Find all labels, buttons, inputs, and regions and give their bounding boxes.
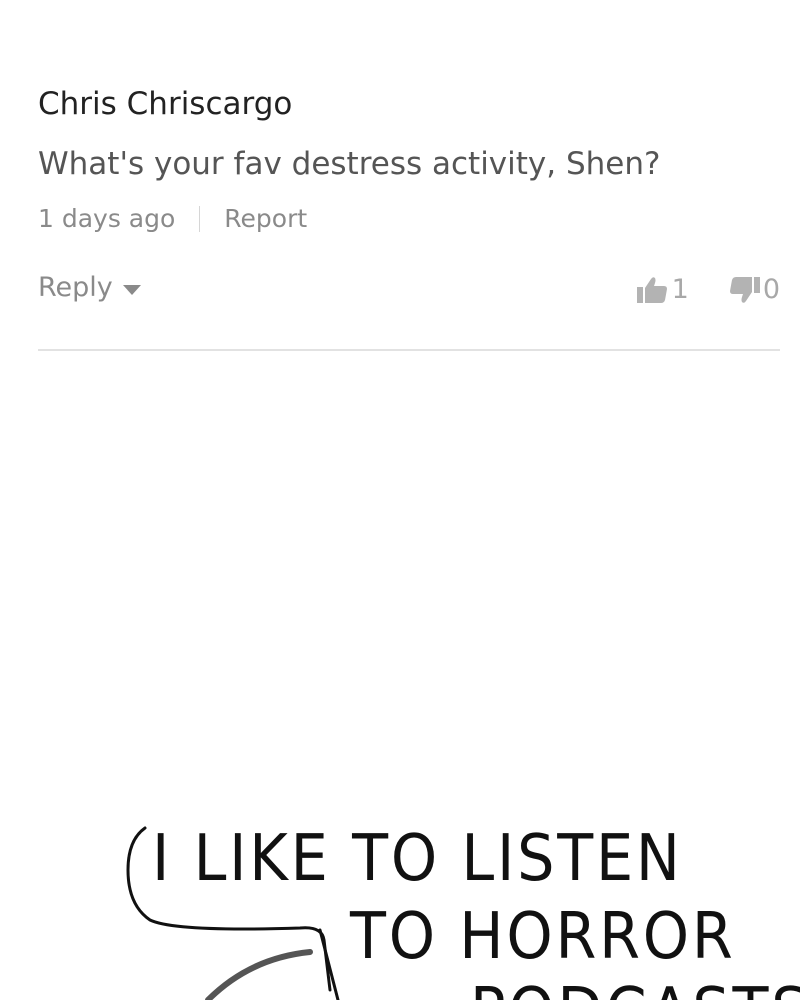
comment-divider	[38, 349, 780, 351]
vote-controls: 1 0	[636, 274, 780, 305]
comic-line-1: I LIKE TO LISTEN	[152, 822, 683, 896]
dislike-button[interactable]: 0	[727, 274, 780, 305]
caret-down-icon	[122, 284, 141, 295]
thumbs-up-icon	[636, 276, 667, 303]
comment-author[interactable]: Chris Chriscargo	[38, 86, 292, 122]
comment-actions: Reply 1 0	[38, 272, 780, 312]
like-button[interactable]: 1	[636, 274, 689, 305]
comic-line-2: TO HORROR	[350, 900, 736, 974]
comment-text: What's your fav destress activity, Shen?	[38, 146, 661, 182]
comic-panel: I LIKE TO LISTEN TO HORROR PODCASTS	[0, 780, 800, 1000]
comment-meta: 1 days ago Report	[38, 204, 307, 233]
comic-line-3: PODCASTS	[470, 975, 800, 1000]
thumbs-down-icon	[729, 276, 760, 303]
reply-button[interactable]: Reply	[38, 272, 141, 303]
report-link[interactable]: Report	[224, 204, 307, 233]
reply-label: Reply	[38, 272, 113, 303]
dislike-count: 0	[762, 274, 780, 305]
like-count: 1	[671, 274, 689, 305]
meta-separator	[199, 205, 201, 232]
comment-timestamp: 1 days ago	[38, 204, 176, 233]
